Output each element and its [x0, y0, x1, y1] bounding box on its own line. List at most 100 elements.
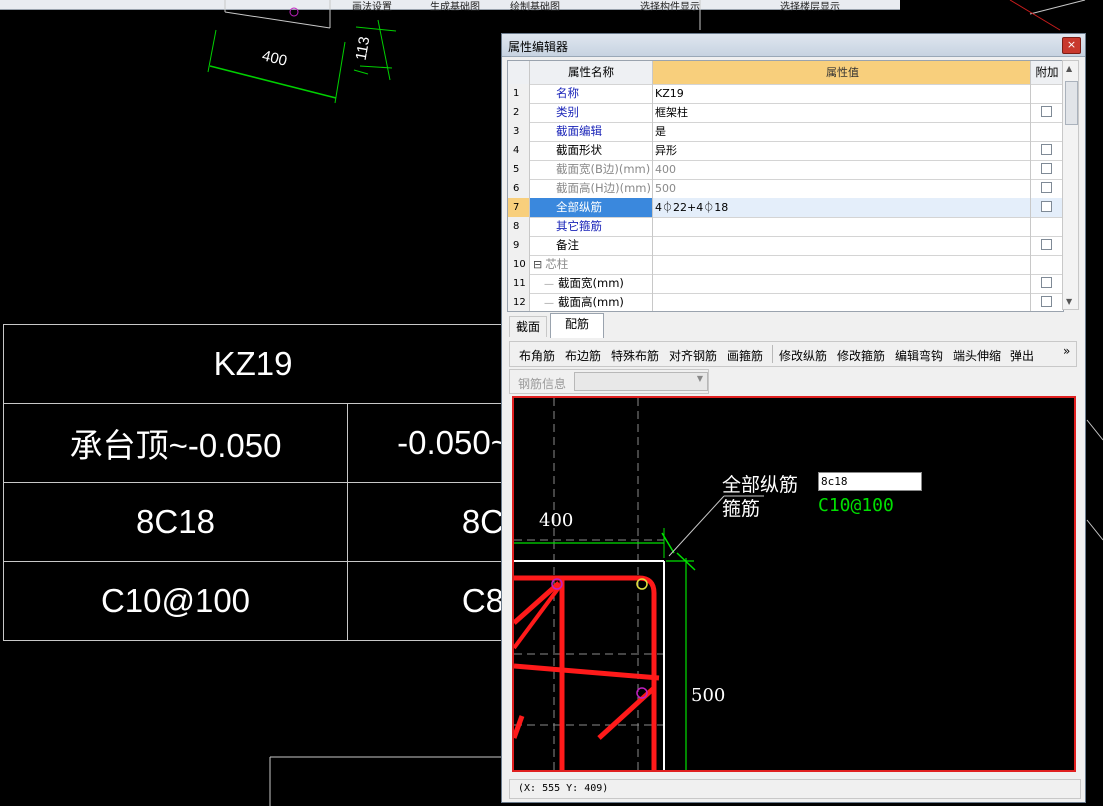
property-name: — 截面高(mm)	[530, 293, 653, 311]
cad-table-cell: -0.050~	[347, 403, 503, 483]
cad-table-name: KZ19	[3, 324, 503, 404]
property-name-text: 截面编辑	[556, 124, 602, 138]
btn-special-bars[interactable]: 特殊布筋	[611, 347, 659, 364]
chevron-down-icon: ▼	[696, 374, 703, 383]
btn-draw-stirrup[interactable]: 画箍筋	[727, 347, 763, 364]
extra-checkbox[interactable]	[1041, 163, 1052, 174]
extra-checkbox[interactable]	[1041, 144, 1052, 155]
property-value[interactable]	[653, 274, 1031, 293]
row-number: 1	[508, 84, 530, 103]
property-extra	[1031, 179, 1063, 198]
scroll-down-icon[interactable]: ▼	[1066, 297, 1072, 306]
extra-checkbox[interactable]	[1041, 182, 1052, 193]
grid-header: 属性名称 属性值 附加	[508, 61, 1063, 85]
cad-table-cell: 8C	[347, 482, 503, 562]
property-name-text: 其它箍筋	[556, 219, 602, 233]
row-number: 8	[508, 217, 530, 236]
reinforcement-toolbar: 布角筋 布边筋 特殊布筋 对齐钢筋 画箍筋 修改纵筋 修改箍筋 编辑弯钩 端头伸…	[509, 341, 1077, 367]
btn-end-extend[interactable]: 端头伸缩	[953, 347, 1001, 364]
property-extra	[1031, 255, 1063, 274]
scroll-up-icon[interactable]: ▲	[1066, 64, 1072, 73]
collapse-icon[interactable]: ⊟	[533, 258, 542, 271]
btn-modify-stirrup[interactable]: 修改箍筋	[837, 347, 885, 364]
property-value[interactable]: 异形	[653, 141, 1031, 160]
property-name: ⊟ 芯柱	[530, 255, 653, 274]
header-extra[interactable]: 附加	[1031, 61, 1063, 84]
btn-align-bars[interactable]: 对齐钢筋	[669, 347, 717, 364]
tree-line-icon: —	[544, 279, 554, 290]
btn-modify-long[interactable]: 修改纵筋	[779, 347, 827, 364]
property-value[interactable]: 框架柱	[653, 103, 1031, 122]
property-row[interactable]: 11 — 截面宽(mm)	[508, 274, 1063, 294]
row-number: 6	[508, 179, 530, 198]
btn-edit-hook[interactable]: 编辑弯钩	[895, 347, 943, 364]
property-value[interactable]	[653, 236, 1031, 255]
stirrup-value: C10@100	[818, 495, 894, 516]
extra-checkbox[interactable]	[1041, 296, 1052, 307]
property-value[interactable]: 4⏀22+4⏀18	[653, 198, 1031, 217]
btn-popup[interactable]: 弹出	[1010, 347, 1034, 364]
grid-scrollbar[interactable]: ▲ ▼	[1062, 60, 1079, 310]
rebar-info-select[interactable]: ▼	[574, 372, 708, 391]
property-name: — 截面宽(mm)	[530, 274, 653, 293]
property-value[interactable]	[653, 255, 1031, 274]
rebar-info-bar: 钢筋信息 ▼	[509, 369, 709, 394]
row-number: 10	[508, 255, 530, 274]
scroll-thumb[interactable]	[1065, 81, 1078, 125]
property-extra	[1031, 236, 1063, 255]
row-number: 5	[508, 160, 530, 179]
property-row[interactable]: 2 类别 框架柱	[508, 103, 1063, 123]
property-value[interactable]	[653, 217, 1031, 236]
extra-checkbox[interactable]	[1041, 201, 1052, 212]
property-row[interactable]: 6 截面高(H边)(mm) 500	[508, 179, 1063, 199]
property-value[interactable]: 400	[653, 160, 1031, 179]
property-extra	[1031, 84, 1063, 103]
canvas-dim-height: 500	[691, 685, 726, 706]
property-extra	[1031, 274, 1063, 293]
property-row[interactable]: 5 截面宽(B边)(mm) 400	[508, 160, 1063, 180]
property-name: 其它箍筋	[530, 217, 653, 236]
property-row[interactable]: 10 ⊟ 芯柱	[508, 255, 1063, 275]
property-row[interactable]: 7 全部纵筋 4⏀22+4⏀18	[508, 198, 1063, 218]
window-title-bar[interactable]: 属性编辑器 ×	[502, 34, 1085, 57]
tab-reinforcement[interactable]: 配筋	[550, 313, 604, 338]
extra-checkbox[interactable]	[1041, 106, 1052, 117]
column-name: KZ19	[213, 345, 293, 382]
property-row[interactable]: 1 名称 KZ19	[508, 84, 1063, 104]
property-editor-window: 属性编辑器 × 属性名称 属性值 附加 1 名称 KZ19 2 类别 框架柱 3 截面编辑是 4…	[501, 33, 1086, 803]
property-extra	[1031, 217, 1063, 236]
property-value[interactable]: 500	[653, 179, 1031, 198]
property-value[interactable]: 是	[653, 122, 1031, 141]
btn-side-bars[interactable]: 布边筋	[565, 347, 601, 364]
property-grid: 属性名称 属性值 附加 1 名称 KZ19 2 类别 框架柱 3 截面编辑 是 4 截面形状 异形 5 截…	[507, 60, 1064, 312]
property-value[interactable]: KZ19	[653, 84, 1031, 103]
section-drawing	[514, 398, 764, 770]
property-row[interactable]: 8 其它箍筋	[508, 217, 1063, 237]
property-row[interactable]: 3 截面编辑 是	[508, 122, 1063, 142]
btn-corner-bars[interactable]: 布角筋	[519, 347, 555, 364]
stirrup-2: C8	[461, 582, 503, 619]
cursor-coordinates: (X: 555 Y: 409)	[518, 783, 609, 794]
longitudinal-input[interactable]	[818, 472, 922, 491]
property-name: 名称	[530, 84, 653, 103]
tree-line-icon: —	[544, 298, 554, 309]
property-row[interactable]: 4 截面形状 异形	[508, 141, 1063, 161]
property-row[interactable]: 12 — 截面高(mm)	[508, 293, 1063, 311]
more-icon[interactable]: »	[1063, 344, 1070, 358]
header-value[interactable]: 属性值	[653, 61, 1031, 84]
tab-section[interactable]: 截面	[509, 316, 547, 337]
close-button[interactable]: ×	[1062, 37, 1081, 54]
header-name[interactable]: 属性名称	[530, 61, 653, 84]
extra-checkbox[interactable]	[1041, 277, 1052, 288]
row-number: 2	[508, 103, 530, 122]
window-title: 属性编辑器	[508, 40, 569, 54]
property-value[interactable]	[653, 293, 1031, 311]
property-name-text: 截面高(H边)(mm)	[556, 181, 651, 195]
property-name: 备注	[530, 236, 653, 255]
property-name-text: 备注	[556, 238, 579, 252]
row-number: 11	[508, 274, 530, 293]
extra-checkbox[interactable]	[1041, 239, 1052, 250]
property-row[interactable]: 9 备注	[508, 236, 1063, 256]
canvas-dim-width: 400	[539, 510, 574, 531]
section-canvas[interactable]: 400 500 全部纵筋 箍筋 C10@100	[512, 396, 1076, 772]
